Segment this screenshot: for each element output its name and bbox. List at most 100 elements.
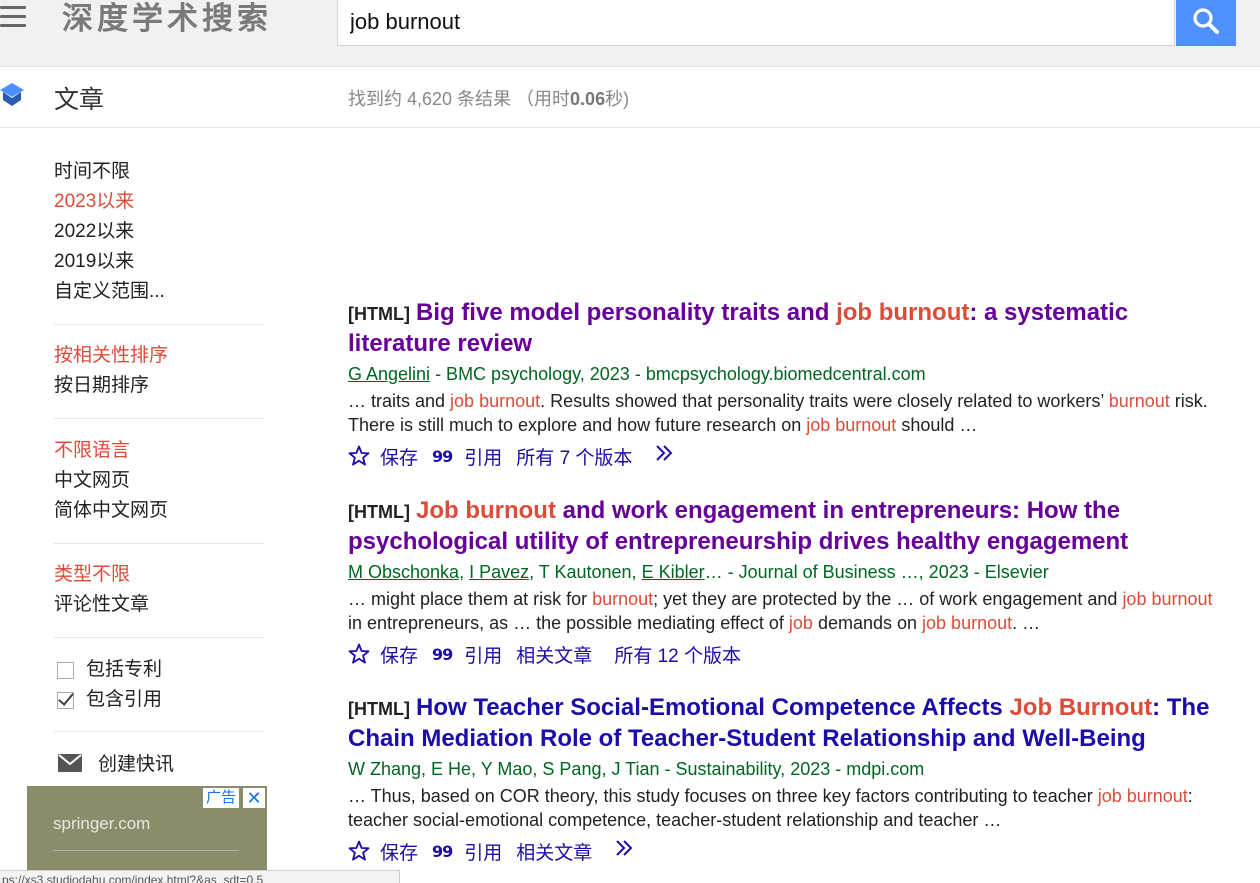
result-item: [HTML] Job burnout and work engagement in… (348, 496, 1228, 669)
result-title-link[interactable]: Job burnout and work engagement in entre… (348, 497, 1128, 555)
author-name: T Kautonen (538, 562, 632, 582)
snippet-text: … traits and (348, 391, 451, 411)
ad-close-icon[interactable]: ✕ (243, 788, 265, 808)
save-button[interactable]: 保存 (348, 443, 418, 470)
snippet-highlight: job burnout (1122, 589, 1213, 609)
author-link[interactable]: E Kibler (642, 562, 705, 582)
lang-chinese[interactable]: 中文网页 (54, 466, 264, 496)
more-options-icon[interactable] (654, 444, 680, 468)
result-actions: 保存 99 引用 相关文章 所有 12 个版本 (348, 639, 1228, 669)
sort-filter: 按相关性排序 按日期排序 (54, 341, 264, 401)
sort-relevance[interactable]: 按相关性排序 (54, 341, 264, 371)
result-snippet: … might place them at risk for burnout; … (348, 587, 1228, 635)
checkbox-checked[interactable] (57, 691, 74, 709)
lang-simplified-chinese[interactable]: 简体中文网页 (54, 496, 264, 526)
result-actions: 保存 99 引用 所有 7 个版本 (348, 441, 1228, 471)
snippet-text: … might place them at risk for (348, 589, 593, 609)
search-input[interactable] (337, 0, 1175, 46)
time-filter: 时间不限 2023以来 2022以来 2019以来 自定义范围... (54, 157, 264, 307)
time-since-2022[interactable]: 2022以来 (54, 217, 264, 247)
result-item: [HTML] Big five model personality traits … (348, 298, 1228, 471)
result-meta: M Obschonka, I Pavez, T Kautonen, E Kibl… (348, 562, 1049, 582)
graduation-cap-icon (0, 83, 24, 106)
stats-time: 0.06 (570, 89, 606, 109)
author-link[interactable]: I Pavez (469, 562, 529, 582)
snippet-highlight: job burnout (806, 415, 897, 435)
result-title-link[interactable]: How Teacher Social-Emotional Competence … (348, 694, 1209, 752)
include-patents-label: 包括专利 (86, 659, 163, 680)
cite-button[interactable]: 99 引用 (432, 838, 502, 865)
ad-divider (53, 850, 239, 851)
snippet-text: demands on (812, 613, 923, 633)
stats-prefix: 找到约 4,620 条结果 （用时 (348, 89, 571, 109)
top-bar: 深度学术搜索 (0, 0, 1260, 67)
result-meta: G Angelini - BMC psychology, 2023 - bmcp… (348, 361, 1228, 387)
all-versions-link[interactable]: 所有 12 个版本 (614, 641, 741, 668)
time-since-2019[interactable]: 2019以来 (54, 247, 264, 277)
time-since-2023[interactable]: 2023以来 (54, 187, 264, 217)
result-title: [HTML] Job burnout and work engagement in… (348, 496, 1228, 557)
result-type-tag: [HTML] (348, 502, 410, 522)
browser-status-url: ps://xs3.studiodahu.com/index.html?&as_s… (0, 870, 400, 883)
result-meta: W Zhang, E He, Y Mao, S Pang, J Tian - S… (348, 756, 1228, 782)
result-actions: 保存 99 引用 相关文章 (348, 836, 1228, 866)
language-filter: 不限语言 中文网页 简体中文网页 (54, 436, 264, 526)
section-title: 文章 (54, 86, 105, 114)
cite-button[interactable]: 99 引用 (432, 641, 502, 668)
author-link[interactable]: G Angelini (348, 364, 430, 384)
related-articles-link[interactable]: 相关文章 (516, 838, 592, 865)
include-options: 包括专利 包含引用 (54, 655, 264, 715)
time-any[interactable]: 时间不限 (54, 157, 264, 187)
create-alert-link[interactable]: 创建快讯 (58, 749, 174, 776)
snippet-highlight: job burnout (1097, 786, 1188, 806)
divider (54, 418, 264, 419)
search-button[interactable] (1176, 0, 1236, 46)
snippet-highlight: job burnout (450, 391, 541, 411)
result-source: … - Journal of Business …, 2023 - Elsevi… (704, 562, 1049, 582)
divider (54, 637, 264, 638)
star-icon (348, 445, 370, 466)
save-button[interactable]: 保存 (348, 838, 418, 865)
cite-button[interactable]: 99 引用 (432, 443, 502, 470)
result-title-link[interactable]: Big five model personality traits and jo… (348, 299, 1128, 357)
type-any[interactable]: 类型不限 (54, 560, 264, 590)
result-snippet: … Thus, based on COR theory, this study … (348, 784, 1228, 832)
menu-icon[interactable] (0, 6, 28, 30)
quote-icon: 99 (432, 644, 453, 664)
all-versions-link[interactable]: 所有 7 个版本 (516, 443, 632, 470)
result-source: W Zhang, E He, Y Mao, S Pang, J Tian - S… (348, 759, 925, 779)
checkbox-unchecked[interactable] (57, 661, 74, 679)
site-logo[interactable]: 深度学术搜索 (62, 0, 272, 38)
divider (54, 543, 264, 544)
sort-date[interactable]: 按日期排序 (54, 371, 264, 401)
time-custom-range[interactable]: 自定义范围... (54, 277, 264, 307)
include-patents-checkbox[interactable]: 包括专利 (54, 655, 264, 685)
author-link[interactable]: M Obschonka (348, 562, 459, 582)
snippet-text: should … (896, 415, 978, 435)
snippet-text: . … (1012, 613, 1041, 633)
type-review[interactable]: 评论性文章 (54, 590, 264, 620)
star-icon (348, 840, 370, 861)
result-stats: 找到约 4,620 条结果 （用时0.06秒) (348, 85, 629, 111)
include-citations-checkbox[interactable]: 包含引用 (54, 685, 264, 715)
divider (54, 324, 264, 325)
ad-text[interactable]: springer.com (53, 814, 150, 834)
star-icon (348, 643, 370, 664)
save-button[interactable]: 保存 (348, 641, 418, 668)
result-source: - BMC psychology, 2023 - bmcpsychology.b… (430, 364, 926, 384)
result-title: [HTML] Big five model personality traits … (348, 298, 1228, 359)
snippet-highlight: burnout (592, 589, 654, 609)
snippet-highlight: job (788, 613, 813, 633)
snippet-text: … Thus, based on COR theory, this study … (348, 786, 1098, 806)
related-articles-link[interactable]: 相关文章 (516, 641, 592, 668)
ad-banner[interactable]: springer.com 广告 ✕ (27, 786, 267, 883)
lang-any[interactable]: 不限语言 (54, 436, 264, 466)
snippet-text: ; yet they are protected by the … of wor… (653, 589, 1123, 609)
create-alert-label: 创建快讯 (98, 754, 175, 775)
type-filter: 类型不限 评论性文章 (54, 560, 264, 620)
include-citations-label: 包含引用 (86, 689, 163, 710)
snippet-text: . Results showed that personality traits… (540, 391, 1109, 411)
snippet-highlight: job burnout (922, 613, 1013, 633)
more-options-icon[interactable] (614, 839, 640, 863)
ad-label[interactable]: 广告 (202, 788, 239, 808)
